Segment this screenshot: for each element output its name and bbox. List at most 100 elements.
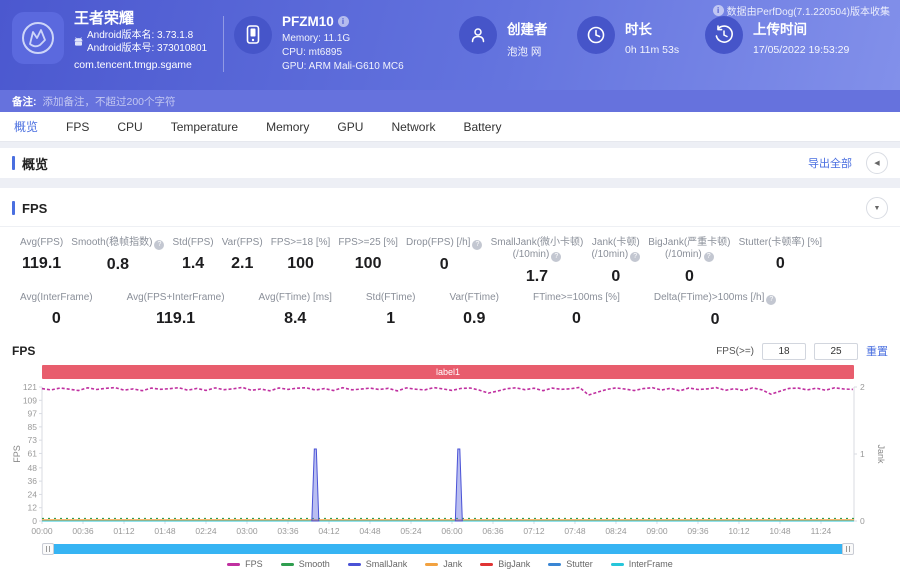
tab-CPU[interactable]: CPU [117, 120, 142, 134]
y-left-tick: 0 [32, 516, 37, 526]
tab-Temperature[interactable]: Temperature [171, 120, 238, 134]
legend-item-bigjank[interactable]: BigJank [480, 559, 530, 569]
tab-Battery[interactable]: Battery [463, 120, 501, 134]
x-tick: 09:36 [687, 526, 709, 536]
metric-value: 0 [406, 256, 482, 274]
android-version-row: Android版本名: 3.73.1.8 Android版本号: 3730108… [74, 29, 207, 55]
android-version-code: Android版本号: 373010801 [87, 42, 207, 55]
title-accent-bar [12, 156, 15, 170]
x-tick: 01:48 [154, 526, 176, 536]
x-tick: 06:36 [482, 526, 504, 536]
device-memory: Memory: 11.1G [282, 32, 404, 46]
metric-label: FPS>=18 [%] [271, 237, 330, 249]
android-icon [74, 37, 83, 47]
fps-threshold-input-1[interactable] [762, 343, 806, 360]
duration-block: 时长 0h 11m 53s [577, 12, 705, 56]
metric-value: 119.1 [127, 310, 225, 328]
device-specs: Memory: 11.1G CPU: mt6895 GPU: ARM Mali-… [282, 32, 404, 74]
fps-chart[interactable]: label10122436486173859710912101200:0000:… [12, 365, 888, 542]
reset-link[interactable]: 重置 [866, 343, 888, 359]
x-tick: 04:48 [359, 526, 381, 536]
device-block: PFZM10 i Memory: 11.1G CPU: mt6895 GPU: … [234, 12, 459, 74]
legend-label: FPS [245, 559, 263, 569]
collapse-left-button[interactable]: ◀ [866, 152, 888, 174]
metric-value: 0 [533, 310, 620, 328]
metric-value: 1 [366, 310, 416, 328]
legend-item-stutter[interactable]: Stutter [548, 559, 593, 569]
legend-item-jank[interactable]: Jank [425, 559, 462, 569]
legend-swatch [348, 563, 361, 566]
metric-label: FPS>=25 [%] [338, 237, 397, 249]
help-icon[interactable]: ? [766, 295, 776, 305]
help-icon[interactable]: ? [551, 252, 561, 262]
help-icon[interactable]: ? [704, 252, 714, 262]
legend-item-interframe[interactable]: InterFrame [611, 559, 673, 569]
fps-threshold-input-2[interactable] [814, 343, 858, 360]
upload-value: 17/05/2022 19:53:29 [753, 44, 849, 56]
y-left-tick: 61 [28, 448, 38, 458]
info-icon[interactable]: i [338, 16, 349, 27]
metric-value: 2.1 [222, 255, 263, 273]
fps-threshold-label: FPS(>=) [716, 346, 754, 357]
help-icon[interactable]: ? [154, 240, 164, 250]
legend-label: Smooth [299, 559, 330, 569]
x-tick: 03:00 [236, 526, 258, 536]
divider [0, 226, 900, 227]
info-icon: i [713, 5, 724, 16]
metric-value: 0 [591, 268, 640, 286]
metric-label: Delta(FTime)>100ms [/h]? [654, 292, 777, 305]
tab-Memory[interactable]: Memory [266, 120, 309, 134]
metric: Var(FPS)2.1 [222, 237, 263, 286]
metric-label: Std(FTime) [366, 292, 416, 304]
grip-icon [46, 546, 50, 552]
collapse-down-button[interactable]: ▼ [866, 197, 888, 219]
metric: Avg(FTime) [ms]8.4 [259, 292, 332, 329]
grip-icon [846, 546, 850, 552]
metric-value: 0 [20, 310, 93, 328]
help-icon[interactable]: ? [630, 252, 640, 262]
chevron-down-icon: ▼ [874, 205, 881, 212]
creator-block: 创建者 泡泡 网 [459, 12, 577, 59]
y-left-tick: 121 [23, 382, 37, 392]
x-tick: 01:12 [113, 526, 135, 536]
scrollbar-handle-left[interactable] [42, 543, 54, 555]
note-placeholder: 添加备注，不超过200个字符 [43, 94, 176, 109]
tab-FPS[interactable]: FPS [66, 120, 89, 134]
note-bar[interactable]: 备注: 添加备注，不超过200个字符 [0, 90, 900, 112]
legend-swatch [480, 563, 493, 566]
metric: FTime>=100ms [%] 0 [533, 292, 620, 329]
x-tick: 07:12 [523, 526, 545, 536]
chart-range-scrollbar[interactable] [42, 544, 854, 554]
legend-item-fps[interactable]: FPS [227, 559, 263, 569]
metric: Avg(FPS+InterFrame)119.1 [127, 292, 225, 329]
scrollbar-handle-right[interactable] [842, 543, 854, 555]
title-accent-bar [12, 201, 15, 215]
metric: Jank(卡顿)(/10min)?0 [591, 237, 640, 286]
metric-value: 119.1 [20, 255, 63, 273]
fps-title-wrap: FPS [12, 201, 47, 216]
metric: Avg(FPS)119.1 [20, 237, 63, 286]
legend-item-smalljank[interactable]: SmallJank [348, 559, 408, 569]
x-tick: 05:24 [400, 526, 422, 536]
version-note-text: 数据由PerfDog(7.1.220504)版本收集 [727, 3, 890, 18]
metric-value: 1.7 [491, 268, 584, 286]
metric-value: 100 [338, 255, 397, 273]
chevron-left-icon: ◀ [874, 159, 879, 167]
help-icon[interactable]: ? [472, 240, 482, 250]
wolf-logo-icon [18, 18, 58, 58]
clock-icon [577, 16, 615, 54]
export-all-link[interactable]: 导出全部 [808, 155, 852, 171]
x-tick: 10:12 [728, 526, 750, 536]
metric-label: FTime>=100ms [%] [533, 292, 620, 304]
tab-概览[interactable]: 概览 [14, 118, 38, 135]
x-tick: 04:12 [318, 526, 340, 536]
tab-bar: 概览 FPS CPU Temperature Memory GPU Network Batte… [0, 112, 900, 142]
x-tick: 02:24 [195, 526, 217, 536]
y-right-tick: 1 [860, 449, 865, 459]
tab-GPU[interactable]: GPU [337, 120, 363, 134]
legend-item-smooth[interactable]: Smooth [281, 559, 330, 569]
fps-section-title: FPS [22, 201, 47, 216]
tab-Network[interactable]: Network [391, 120, 435, 134]
metric: Avg(InterFrame)0 [20, 292, 93, 329]
metric-value: 0.8 [71, 256, 164, 274]
